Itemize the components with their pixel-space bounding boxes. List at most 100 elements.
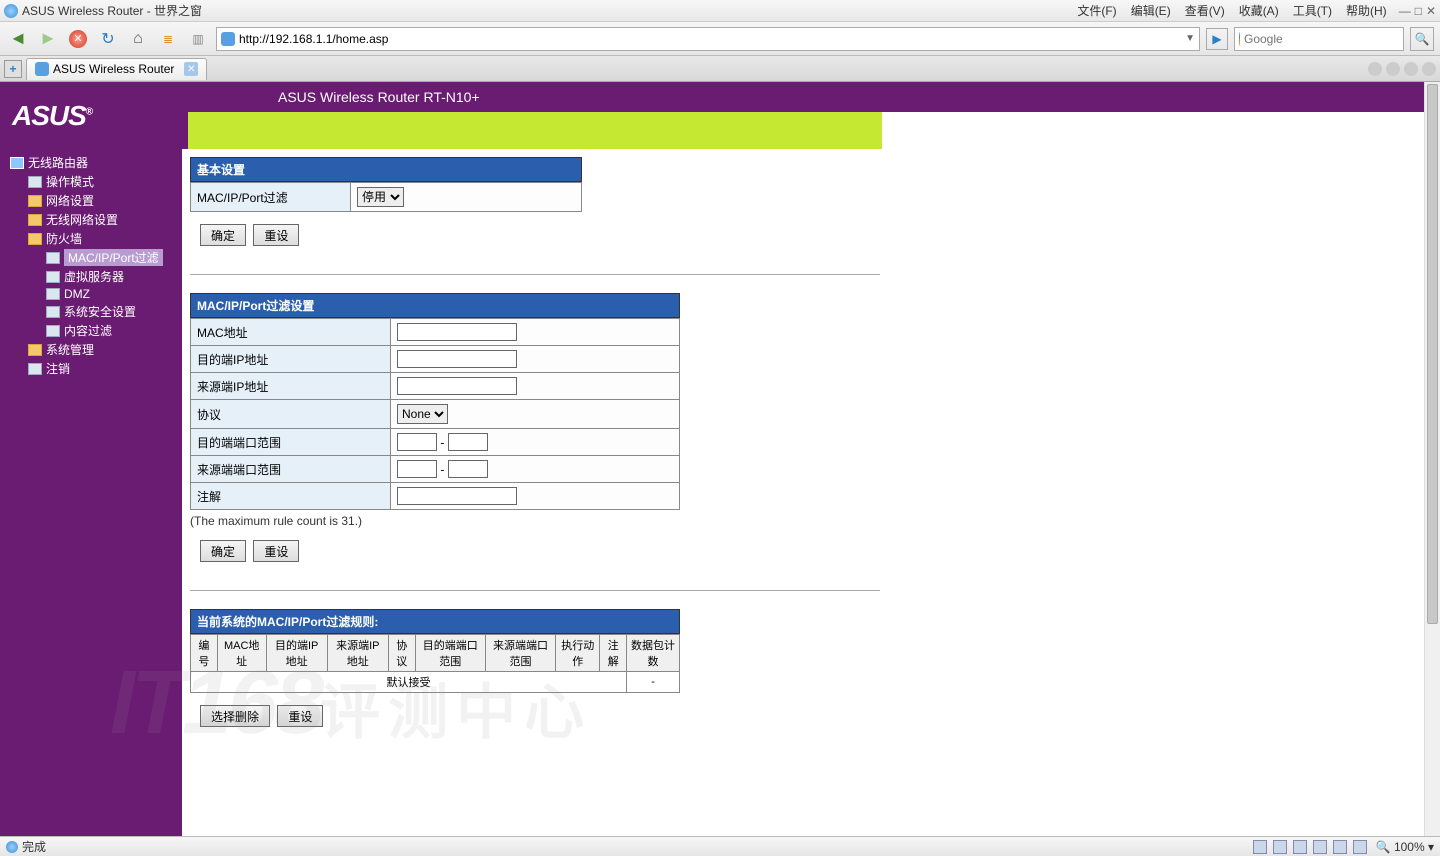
settings-reset-button[interactable]: 重设 [253,540,299,562]
menu-help[interactable]: 帮助(H) [1340,0,1393,21]
src-ip-input[interactable] [397,377,517,395]
browser-tab[interactable]: ASUS Wireless Router ✕ [26,58,207,80]
tab-control-icon[interactable] [1422,62,1436,76]
page-icon [28,176,42,188]
folder-icon [28,344,42,356]
url-dropdown-icon[interactable]: ▼ [1185,33,1195,44]
col-dstport: 目的端端口范围 [415,635,485,672]
folder-icon [28,214,42,226]
address-bar[interactable]: ▼ [216,27,1200,51]
status-icon[interactable] [1313,840,1327,854]
status-icon[interactable] [1353,840,1367,854]
nav-system-admin[interactable]: 系统管理 [6,340,182,359]
menu-favorites[interactable]: 收藏(A) [1233,0,1285,21]
browser-toolbar: ◄ ► ✕ ↻ ⌂ ≣ ▥ ▼ ▶ 🔍 [0,22,1440,56]
col-pkt: 数据包计数 [627,635,680,672]
stop-button[interactable]: ✕ [66,27,90,51]
folder-open-icon [28,233,42,245]
basic-settings-table: MAC/IP/Port过滤 停用 [190,182,582,212]
page-icon [46,271,60,283]
nav-network[interactable]: 网络设置 [6,191,182,210]
rules-delete-button[interactable]: 选择删除 [200,705,270,727]
col-action: 执行动作 [556,635,600,672]
nav-system-security[interactable]: 系统安全设置 [6,302,182,321]
tab-control-icon[interactable] [1386,62,1400,76]
tab-close-icon[interactable]: ✕ [184,62,198,76]
src-ip-label: 来源端IP地址 [191,373,391,400]
filter-select[interactable]: 停用 [357,187,404,207]
status-icon[interactable] [1333,840,1347,854]
col-num: 编号 [191,635,218,672]
menu-bar: 文件(F) 编辑(E) 查看(V) 收藏(A) 工具(T) 帮助(H) [1071,0,1392,21]
filter-settings-table: MAC地址 目的端IP地址 来源端IP地址 协议None 目的端端口范围 - 来… [190,318,680,510]
close-icon[interactable]: ✕ [1426,4,1436,18]
search-box[interactable] [1234,27,1404,51]
basic-ok-button[interactable]: 确定 [200,224,246,246]
default-rule: 默认接受 [191,672,627,693]
banner-strip [182,112,882,149]
minimize-icon[interactable]: — [1399,4,1411,18]
url-input[interactable] [239,32,1181,46]
basic-settings-header: 基本设置 [190,157,582,182]
go-button[interactable]: ▶ [1206,28,1228,50]
zoom-level[interactable]: 🔍 100% ▾ [1376,840,1434,854]
proto-select[interactable]: None [397,404,448,424]
col-proto: 协议 [388,635,415,672]
mac-label: MAC地址 [191,319,391,346]
dst-port-from-input[interactable] [397,433,437,451]
new-tab-button[interactable]: + [4,60,22,78]
nav-dmz[interactable]: DMZ [6,286,182,302]
dst-ip-input[interactable] [397,350,517,368]
comment-input[interactable] [397,487,517,505]
col-srcport: 来源端端口范围 [485,635,555,672]
nav-content-filter[interactable]: 内容过滤 [6,321,182,340]
nav-root[interactable]: 无线路由器 [6,153,182,172]
status-icon[interactable] [1253,840,1267,854]
basic-settings-section: 基本设置 MAC/IP/Port过滤 停用 确定 重设 [190,157,882,246]
menu-edit[interactable]: 编辑(E) [1125,0,1177,21]
menu-file[interactable]: 文件(F) [1071,0,1122,21]
search-input[interactable] [1244,32,1399,46]
pc-icon [10,157,24,169]
filter-settings-header: MAC/IP/Port过滤设置 [190,293,680,318]
feed-icon[interactable]: ≣ [156,27,180,51]
src-port-from-input[interactable] [397,460,437,478]
max-rule-note: (The maximum rule count is 31.) [190,514,882,528]
dst-port-to-input[interactable] [448,433,488,451]
forward-button[interactable]: ► [36,27,60,51]
page-icon [46,288,60,300]
menu-tools[interactable]: 工具(T) [1287,0,1338,21]
tab-control-icon[interactable] [1368,62,1382,76]
settings-ok-button[interactable]: 确定 [200,540,246,562]
sidebar-icon[interactable]: ▥ [186,27,210,51]
nav-logout[interactable]: 注销 [6,359,182,378]
default-rule-count: - [627,672,680,693]
rules-reset-button[interactable]: 重设 [277,705,323,727]
menu-view[interactable]: 查看(V) [1179,0,1231,21]
src-port-to-input[interactable] [448,460,488,478]
nav-mac-filter[interactable]: MAC/IP/Port过滤 [6,248,182,267]
status-text: 完成 [22,838,46,855]
tab-control-icon[interactable] [1404,62,1418,76]
mac-input[interactable] [397,323,517,341]
home-button[interactable]: ⌂ [126,27,150,51]
search-button[interactable]: 🔍 [1410,27,1434,51]
router-banner: ASUS Wireless Router RT-N10+ [182,82,1440,112]
status-icon[interactable] [1293,840,1307,854]
nav-firewall[interactable]: 防火墙 [6,229,182,248]
nav-virtual-server[interactable]: 虚拟服务器 [6,267,182,286]
back-button[interactable]: ◄ [6,27,30,51]
vertical-scrollbar[interactable] [1424,82,1440,836]
nav-wireless[interactable]: 无线网络设置 [6,210,182,229]
rules-table: 编号 MAC地址 目的端IP地址 来源端IP地址 协议 目的端端口范围 来源端端… [190,634,680,693]
maximize-icon[interactable]: □ [1415,4,1422,18]
col-mac: MAC地址 [217,635,266,672]
ie-icon [221,32,235,46]
col-srcip: 来源端IP地址 [327,635,388,672]
scrollbar-thumb[interactable] [1427,84,1438,624]
status-icon[interactable] [1273,840,1287,854]
nav-mode[interactable]: 操作模式 [6,172,182,191]
reload-button[interactable]: ↻ [96,27,120,51]
ie-icon [35,62,49,76]
basic-reset-button[interactable]: 重设 [253,224,299,246]
